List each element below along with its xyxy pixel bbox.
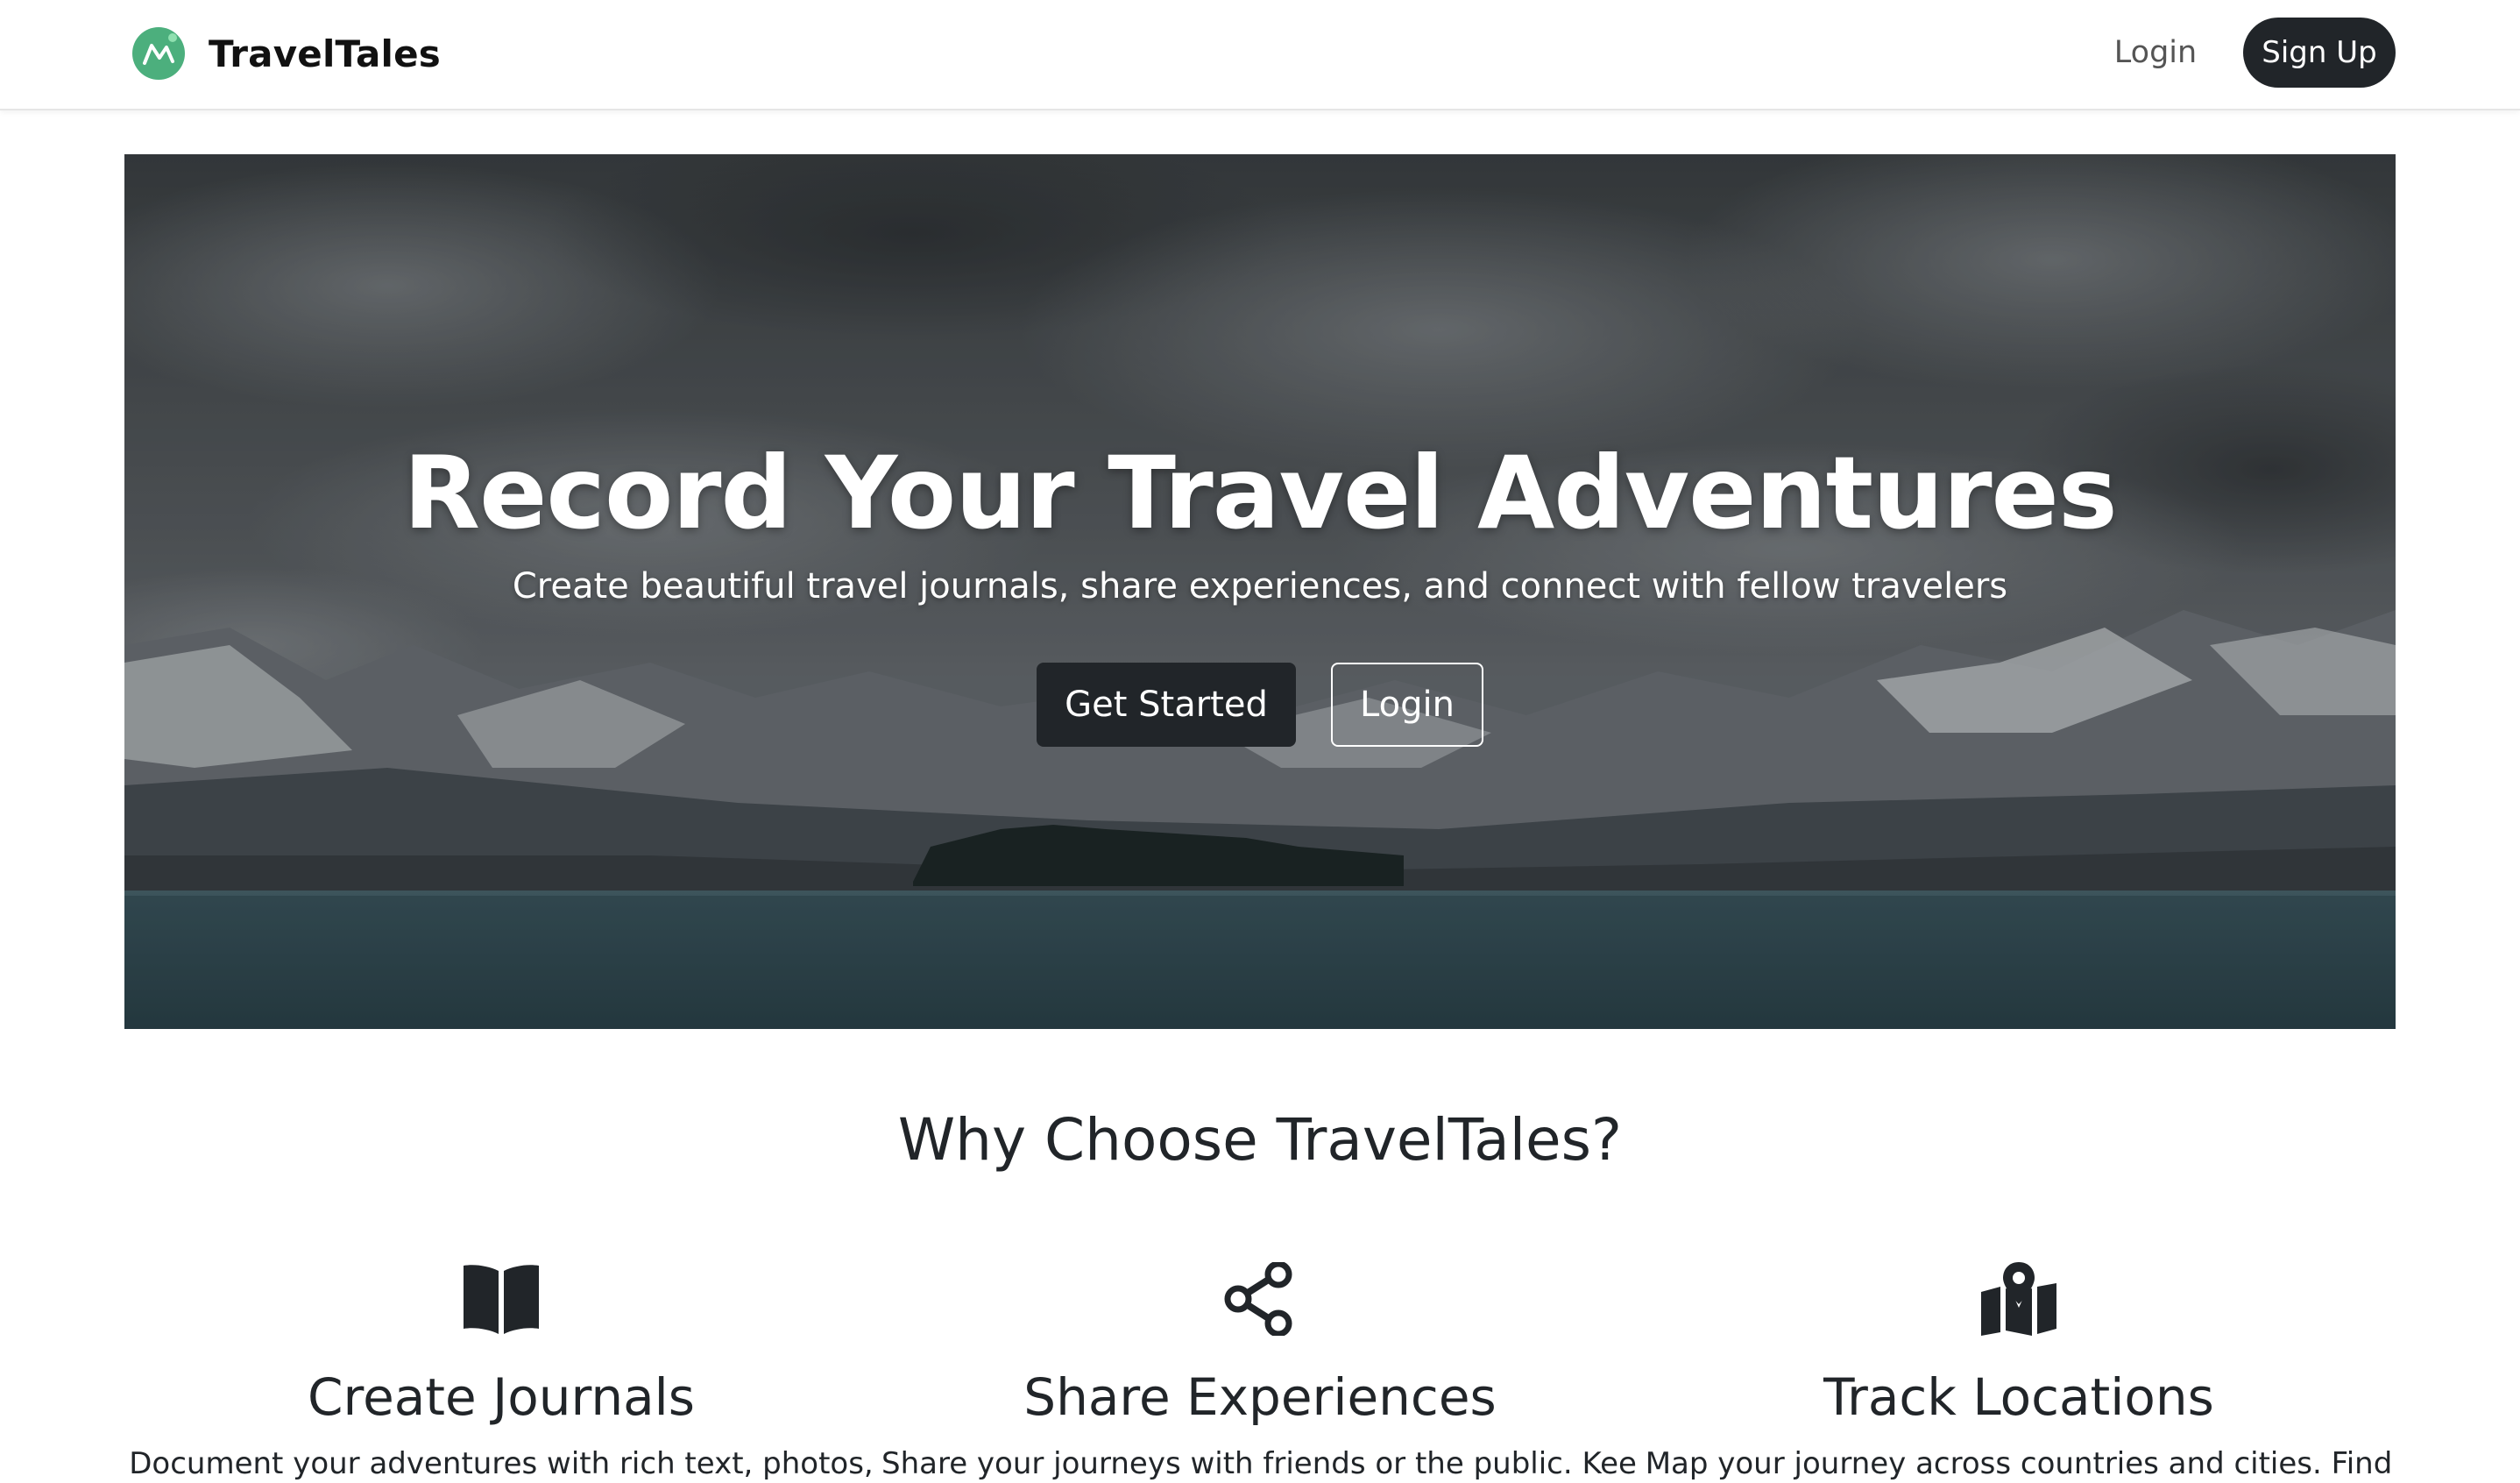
brand-link[interactable]: TravelTales: [131, 25, 441, 82]
nav-signup-button[interactable]: Sign Up: [2243, 18, 2396, 88]
feature-title: Create Journals: [308, 1367, 695, 1427]
book-open-icon: [464, 1265, 539, 1334]
top-navbar: TravelTales Login Sign Up: [0, 0, 2520, 110]
feature-title: Share Experiences: [1023, 1367, 1497, 1427]
get-started-button[interactable]: Get Started: [1037, 663, 1296, 747]
hero-title: Record Your Travel Adventures: [403, 435, 2117, 551]
feature-create-journals: Create Journals Document your adventures…: [123, 1262, 880, 1481]
map-location-icon: [1981, 1262, 2056, 1336]
mountain-logo-icon: [132, 27, 185, 80]
hero-actions: Get Started Login: [124, 663, 2396, 747]
feature-share-experiences: Share Experiences Share your journeys wi…: [881, 1262, 1639, 1481]
hero-content: Record Your Travel Adventures Create bea…: [124, 154, 2396, 1029]
brand-name: TravelTales: [209, 32, 442, 75]
feature-track-locations: Track Locations Map your journey across …: [1640, 1262, 2397, 1481]
feature-title: Track Locations: [1823, 1367, 2214, 1427]
features-heading: Why Choose TravelTales?: [897, 1106, 1623, 1174]
feature-description: Map your journey across countries and ci…: [1645, 1446, 2393, 1481]
feature-description: Share your journeys with friends or the …: [881, 1446, 1639, 1481]
hero-banner: Record Your Travel Adventures Create bea…: [124, 154, 2396, 1029]
nav-login-link[interactable]: Login: [2103, 26, 2208, 79]
hero-login-button[interactable]: Login: [1331, 663, 1483, 747]
share-icon: [1224, 1262, 1292, 1336]
feature-description: Document your adventures with rich text,…: [129, 1446, 874, 1481]
hero-subtitle: Create beautiful travel journals, share …: [512, 566, 2008, 607]
